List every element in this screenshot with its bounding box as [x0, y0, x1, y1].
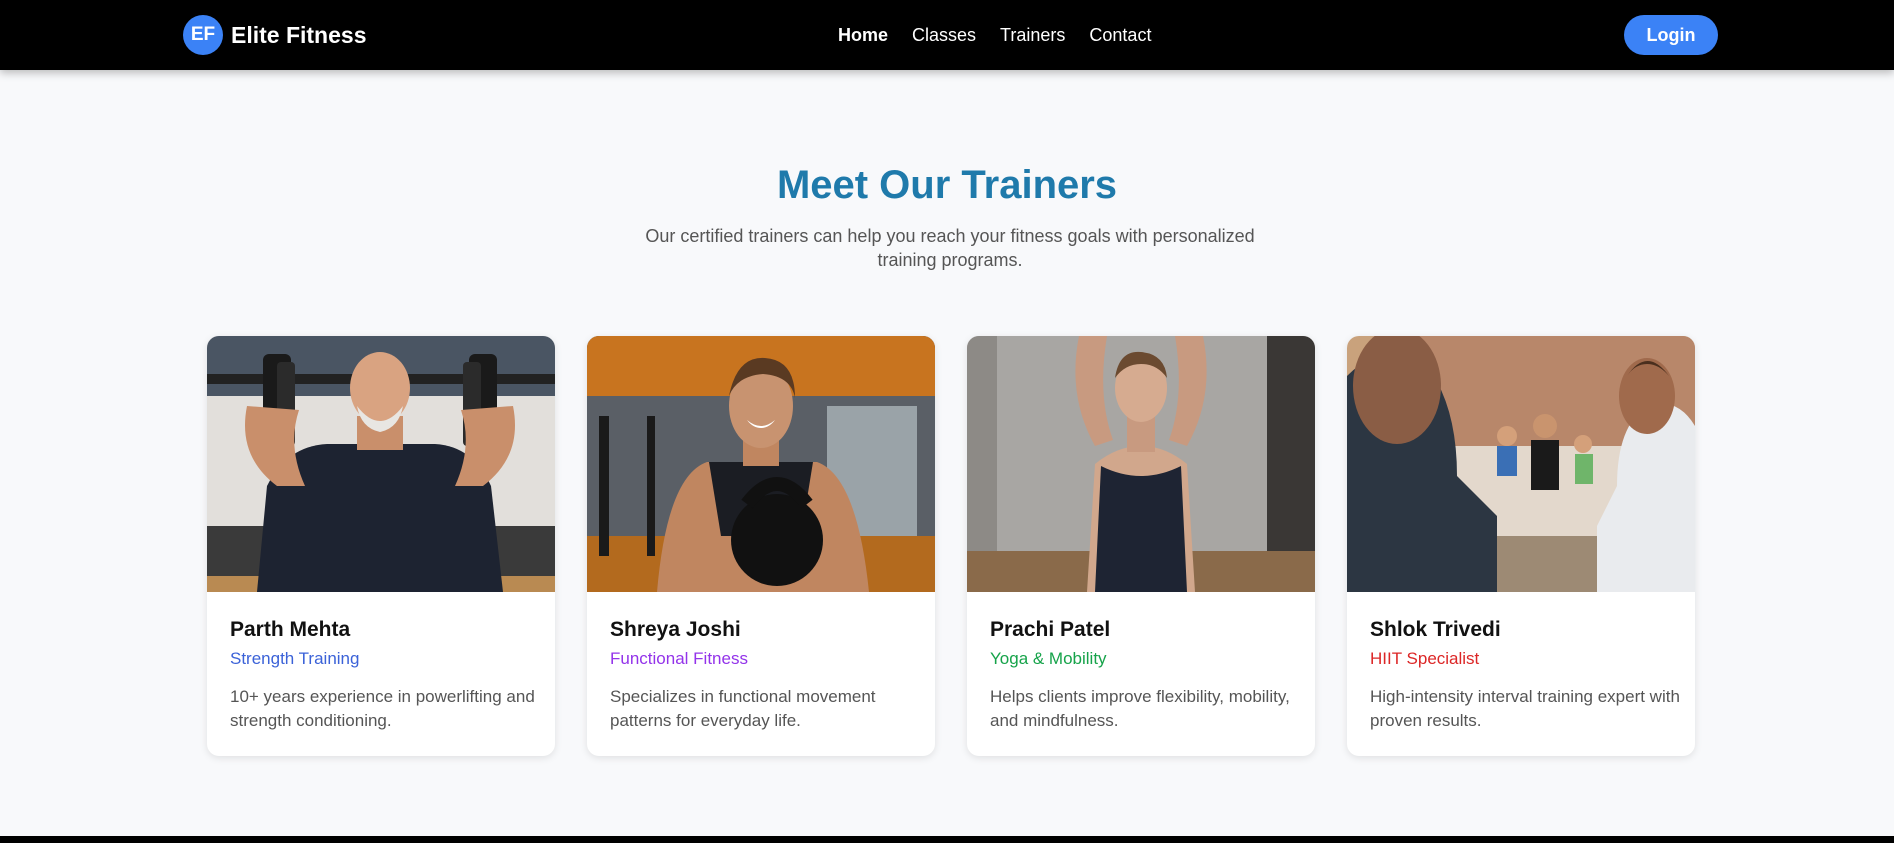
trainer-description: High-intensity interval training expert … — [1370, 687, 1680, 730]
nav-links: Home Classes Trainers Contact — [838, 20, 1151, 50]
trainer-card-shreya[interactable]: Shreya Joshi Functional Fitness Speciali… — [587, 336, 935, 756]
brand-name: Elite Fitness — [231, 21, 367, 48]
trainer-description: 10+ years experience in powerlifting and… — [230, 687, 535, 730]
woman-holding-kettlebell-photo — [587, 336, 935, 592]
trainer-name: Shlok Trivedi — [1370, 618, 1501, 641]
section-subtitle: Our certified trainers can help you reac… — [645, 226, 1255, 270]
brand-logo[interactable]: EF Elite Fitness — [183, 15, 366, 55]
trainer-card-prachi[interactable]: Prachi Patel Yoga & Mobility Helps clien… — [967, 336, 1315, 756]
section-title: Meet Our Trainers — [776, 163, 1118, 207]
trainer-name: Prachi Patel — [990, 618, 1111, 641]
navbar: EF Elite Fitness Home Classes Trainers C… — [0, 0, 1894, 70]
group-training-class-photo — [1347, 336, 1695, 592]
trainer-card-shlok[interactable]: Shlok Trivedi HIIT Specialist High-inten… — [1347, 336, 1695, 756]
login-button[interactable]: Login — [1624, 15, 1718, 55]
trainer-card-parth[interactable]: Parth Mehta Strength Training 10+ years … — [207, 336, 555, 756]
nav-link-trainers[interactable]: Trainers — [1000, 25, 1065, 46]
nav-link-home[interactable]: Home — [838, 25, 888, 46]
trainer-name: Shreya Joshi — [610, 618, 741, 641]
nav-link-contact[interactable]: Contact — [1089, 25, 1151, 46]
trainer-description: Specializes in functional movement patte… — [610, 687, 876, 730]
nav-link-classes[interactable]: Classes — [912, 25, 976, 46]
trainer-role: HIIT Specialist — [1370, 649, 1480, 668]
trainer-name: Parth Mehta — [230, 618, 351, 641]
footer-strip — [0, 836, 1894, 843]
trainer-role: Strength Training — [230, 649, 360, 668]
trainer-description: Helps clients improve flexibility, mobil… — [990, 687, 1290, 730]
trainer-role: Yoga & Mobility — [990, 649, 1107, 668]
woman-stretching-photo — [967, 336, 1315, 592]
trainer-role: Functional Fitness — [610, 649, 748, 668]
brand-badge: EF — [183, 15, 223, 55]
man-lifting-barbell-photo — [207, 336, 555, 592]
